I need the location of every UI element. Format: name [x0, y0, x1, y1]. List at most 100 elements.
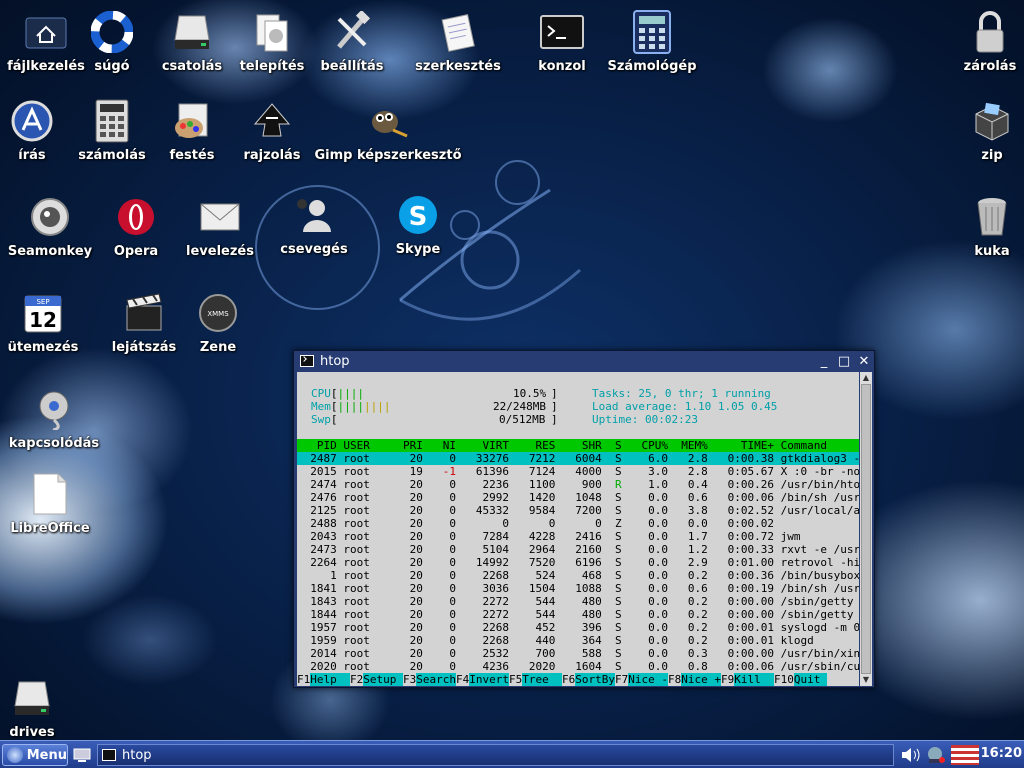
fkey-1-button[interactable]: Help	[310, 673, 350, 686]
table-cell: 1.0	[628, 478, 668, 491]
fkey-6-button[interactable]: SortBy	[575, 673, 615, 686]
desktop-icon-calculator[interactable]: Számológép	[597, 10, 707, 74]
htop-window[interactable]: htop _ □ ✕ CPU[|||| 10.5% ] Mem[||||||||…	[293, 350, 875, 688]
desktop-icon-chat[interactable]: csevegés	[259, 193, 369, 257]
table-row[interactable]: 2014 root 20 0 2532 700 588 S 0.0 0.3 0:…	[297, 647, 859, 660]
table-row[interactable]: 2487 root 20 0 33276 7212 6004 S 6.0 2.8…	[297, 452, 859, 465]
mem-value: 22/248MB	[493, 400, 546, 413]
xmms-icon: XMMS	[196, 291, 240, 335]
table-cell: 1959	[297, 634, 337, 647]
meter-close-bracket: ]	[551, 400, 558, 413]
table-row[interactable]: 2476 root 20 0 2992 1420 1048 S 0.0 0.6 …	[297, 491, 859, 504]
tasks-line: Tasks: 25, 0 thr; 1 running	[592, 387, 771, 400]
desktop-icon-connect[interactable]: kapcsolódás	[0, 387, 109, 451]
table-row[interactable]: 2125 root 20 0 45332 9584 7200 S 0.0 3.8…	[297, 504, 859, 517]
table-cell: 7200	[561, 504, 602, 517]
table-cell: 2160	[561, 543, 602, 556]
desktop-icon-trash[interactable]: kuka	[937, 195, 1024, 259]
desktop-icon-scheduler[interactable]: SEP 12 ütemezés	[0, 291, 98, 355]
function-key-bar[interactable]: F1Help F2Setup F3SearchF4InvertF5Tree F6…	[297, 673, 859, 686]
menu-button[interactable]: Menu	[2, 744, 68, 766]
table-cell: S	[608, 504, 622, 517]
table-row[interactable]: 2264 root 20 0 14992 7520 6196 S 0.0 2.9…	[297, 556, 859, 569]
clock[interactable]: 16:20	[981, 746, 1022, 761]
window-titlebar[interactable]: htop _ □ ✕	[294, 351, 874, 371]
minimize-button[interactable]: _	[814, 354, 834, 369]
desktop-icon-libreoffice[interactable]: LibreOffice	[0, 472, 105, 536]
table-cell: 0	[561, 517, 602, 530]
desktop-icon-music[interactable]: XMMS Zene	[163, 291, 273, 355]
table-cell: root	[343, 478, 384, 491]
fkey-7-button[interactable]: Nice -	[628, 673, 668, 686]
table-row[interactable]: 2015 root 19 -1 61396 7124 4000 S 3.0 2.…	[297, 465, 859, 478]
table-cell: 2488	[297, 517, 337, 530]
show-desktop-icon[interactable]	[72, 746, 92, 764]
table-cell: 1100	[515, 478, 556, 491]
table-cell: 3.0	[628, 465, 668, 478]
table-row[interactable]: 1959 root 20 0 2268 440 364 S 0.0 0.2 0:…	[297, 634, 859, 647]
desktop-icon-editor[interactable]: szerkesztés	[403, 10, 513, 74]
network-icon[interactable]	[925, 745, 947, 768]
fkey-5-button[interactable]: Tree	[522, 673, 562, 686]
close-button[interactable]: ✕	[854, 354, 874, 369]
table-cell: 0	[462, 517, 509, 530]
table-cell: root	[343, 452, 384, 465]
scroll-down-icon[interactable]: ▼	[861, 675, 871, 685]
column-header: USER	[343, 439, 384, 452]
fkey-9-button[interactable]: Kill	[734, 673, 774, 686]
desktop-icon-zip[interactable]: zip	[937, 99, 1024, 163]
table-row[interactable]: 2043 root 20 0 7284 4228 2416 S 0.0 1.7 …	[297, 530, 859, 543]
fkey-3-button[interactable]: Search	[416, 673, 456, 686]
scrollbar[interactable]: ▲ ▼	[860, 372, 872, 686]
table-cell: root	[343, 621, 384, 634]
desktop-icon-gimp[interactable]: Gimp képszerkesztő	[314, 99, 462, 163]
desktop-icon-lock[interactable]: zárolás	[935, 10, 1024, 74]
table-row[interactable]: 2473 root 20 0 5104 2964 2160 S 0.0 1.2 …	[297, 543, 859, 556]
desktop-icon-drives[interactable]: drives	[0, 676, 87, 740]
table-row[interactable]: 1844 root 20 0 2272 544 480 S 0.0 0.2 0:…	[297, 608, 859, 621]
table-cell: S	[608, 621, 622, 634]
svg-text:S: S	[409, 202, 428, 232]
table-cell: 0.6	[674, 491, 708, 504]
table-row[interactable]: 2474 root 20 0 2236 1100 900 R 1.0 0.4 0…	[297, 478, 859, 491]
table-row[interactable]: 1843 root 20 0 2272 544 480 S 0.0 0.2 0:…	[297, 595, 859, 608]
scroll-up-icon[interactable]: ▲	[861, 373, 871, 383]
table-cell: 1088	[561, 582, 602, 595]
fkey-4-button[interactable]: Invert	[469, 673, 509, 686]
fkey-key: F5	[509, 673, 523, 686]
menu-icon	[7, 747, 23, 763]
volume-icon[interactable]	[900, 746, 922, 768]
table-cell: 0.2	[674, 595, 708, 608]
table-cell: 20	[389, 608, 423, 621]
table-row[interactable]: 2020 root 20 0 4236 2020 1604 S 0.0 0.8 …	[297, 660, 859, 673]
taskbar-task-htop[interactable]: htop	[97, 744, 894, 766]
language-flag-icon[interactable]	[951, 745, 979, 765]
fkey-10-button[interactable]: Quit	[793, 673, 827, 686]
table-cell: 2043	[297, 530, 337, 543]
fkey-8-button[interactable]: Nice +	[681, 673, 721, 686]
table-row[interactable]: 2488 root 20 0 0 0 0 Z 0.0 0.0 0:00.02	[297, 517, 859, 530]
desktop-icon-settings[interactable]: beállítás	[297, 10, 407, 74]
desktop-icon-skype[interactable]: S Skype	[363, 193, 473, 257]
scrollbar-thumb[interactable]	[861, 384, 871, 674]
terminal-area[interactable]: CPU[|||| 10.5% ] Mem[|||||||| 22/248MB ]…	[297, 372, 859, 686]
table-cell: 468	[561, 569, 602, 582]
table-cell: 0:05.67	[714, 465, 774, 478]
maximize-button[interactable]: □	[834, 354, 854, 369]
table-cell: 2.8	[674, 452, 708, 465]
table-cell: 0:00.00	[714, 647, 774, 660]
table-row[interactable]: 1 root 20 0 2268 524 468 S 0.0 0.2 0:00.…	[297, 569, 859, 582]
desktop-icon-drawing[interactable]: rajzolás	[217, 99, 327, 163]
table-cell: 2268	[462, 569, 509, 582]
table-cell: 0:00.06	[714, 491, 774, 504]
column-header: CPU%	[628, 439, 668, 452]
table-row[interactable]: 1957 root 20 0 2268 452 396 S 0.0 0.2 0:…	[297, 621, 859, 634]
process-table[interactable]: PID USER PRI NI VIRT RES SHR S CPU% MEM%…	[297, 439, 859, 673]
fkey-key: F6	[562, 673, 576, 686]
table-cell: 0:00.06	[714, 660, 774, 673]
table-cell: 45332	[462, 504, 509, 517]
table-cell: 20	[389, 543, 423, 556]
fkey-2-button[interactable]: Setup	[363, 673, 403, 686]
table-row[interactable]: 1841 root 20 0 3036 1504 1088 S 0.0 0.6 …	[297, 582, 859, 595]
table-cell: 2268	[462, 634, 509, 647]
